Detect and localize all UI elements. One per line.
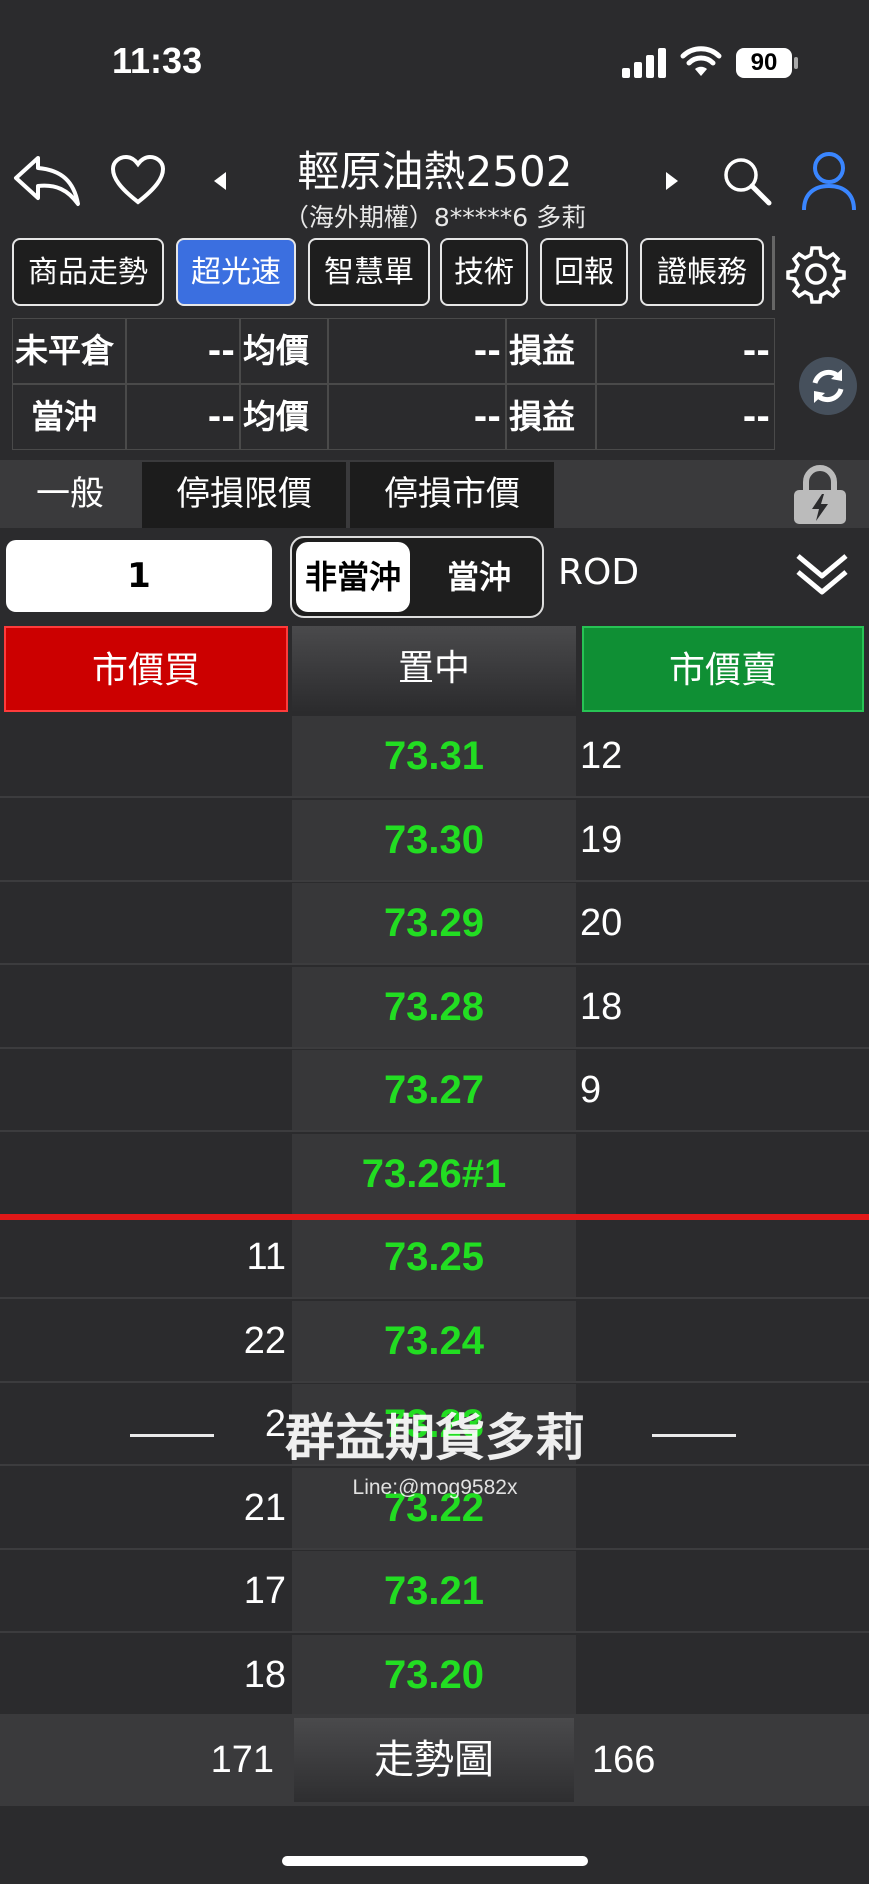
prev-product-icon[interactable] [212,170,228,192]
ladder-buy-cell[interactable] [0,1050,288,1130]
tab-account[interactable]: 證帳務 [640,238,764,306]
ladder-price-cell: 73.30 [292,799,576,880]
ladder-sell-cell[interactable]: 12 [580,716,869,796]
open-avg-value: -- [328,318,506,384]
ladder-row: 73.26#1 [0,1133,869,1216]
ladder-sell-cell[interactable] [580,1468,869,1548]
refresh-icon[interactable] [798,356,858,416]
ladder-price-cell: 73.26#1 [292,1133,576,1214]
last-price-line [0,1214,869,1220]
ladder-price-cell: 73.31 [292,716,576,796]
ladder-price-cell: 73.25 [292,1217,576,1297]
ladder-row: 22 73.24 [0,1300,869,1383]
open-position-label: 未平倉 [12,318,126,384]
tabs-divider [772,236,775,310]
ladder-sell-cell[interactable] [580,1217,869,1297]
ladder-buy-cell[interactable] [0,883,288,963]
tab-technical[interactable]: 技術 [440,238,528,306]
tab-smart-order[interactable]: 智慧單 [308,238,430,306]
ladder-sell-cell[interactable]: 18 [580,967,869,1047]
sell-total: 166 [592,1739,656,1781]
tab-super-speed[interactable]: 超光速 [176,238,296,306]
watermark-name: 群益期貨多莉 [285,1409,585,1467]
order-type-stop-limit[interactable]: 停損限價 [142,462,346,528]
order-type-stop-market[interactable]: 停損市價 [350,462,554,528]
tab-report[interactable]: 回報 [540,238,628,306]
open-pnl-value: -- [596,318,775,384]
open-position-qty: -- [126,318,240,384]
ladder-price-cell: 73.29 [292,883,576,963]
user-icon[interactable] [800,150,858,212]
open-avg-label: 均價 [240,318,328,384]
ladder-sell-cell[interactable] [580,1134,869,1214]
tab-product-trend[interactable]: 商品走勢 [12,238,164,306]
ladder-row: 73.31 12 [0,716,869,798]
home-indicator [282,1856,588,1866]
ladder-row: 73.27 9 [0,1050,869,1132]
ladder-price-cell: 73.24 [292,1300,576,1381]
ladder-sell-cell[interactable]: 9 [580,1050,869,1130]
lock-icon[interactable] [790,464,850,526]
watermark-line-id: Line:@mog9582x [352,1476,518,1499]
battery-indicator: 90 [736,48,792,78]
ladder-row: 73.28 18 [0,966,869,1049]
daytrade-label: 當沖 [12,384,126,450]
ladder-buy-cell[interactable] [0,967,288,1047]
back-icon[interactable] [12,152,82,208]
market-buy-button[interactable]: 市價買 [4,626,288,712]
next-product-icon[interactable] [664,170,680,192]
center-button[interactable]: 置中 [292,626,576,712]
buy-total: 171 [210,1739,274,1781]
ladder-row: 73.30 19 [0,799,869,882]
ladder-price-cell: 73.21 [292,1551,576,1631]
time-in-force-label[interactable]: ROD [558,552,639,593]
product-title: 輕原油熱2502 [297,147,573,196]
gear-icon[interactable] [786,244,846,304]
open-pnl-label: 損益 [506,318,596,384]
ladder-sell-cell[interactable] [580,1301,869,1381]
market-sell-button[interactable]: 市價賣 [582,626,864,712]
battery-tip [794,57,798,69]
ladder-sell-cell[interactable]: 19 [580,800,869,880]
ladder-row: 18 73.20 [0,1634,869,1717]
ladder-row: 11 73.25 [0,1217,869,1299]
ladder-price-cell: 73.27 [292,1050,576,1130]
ladder-price-cell: 73.28 [292,966,576,1047]
daytrade-pnl-value: -- [596,384,775,450]
ladder-buy-cell[interactable]: 21 [0,1468,288,1548]
ladder-buy-cell[interactable] [0,716,288,796]
account-subtitle: （海外期權）8*****6 多莉 [283,203,587,232]
search-icon[interactable] [722,156,774,208]
daytrade-avg-label: 均價 [240,384,328,450]
ladder-row: 17 73.21 [0,1551,869,1633]
favorite-heart-icon[interactable] [110,154,166,206]
ladder-row: 73.29 20 [0,883,869,965]
daytrade-pnl-label: 損益 [506,384,596,450]
ladder-sell-cell[interactable] [580,1635,869,1715]
ladder-buy-cell[interactable]: 22 [0,1301,288,1381]
ladder-price-cell: 73.20 [292,1634,576,1715]
double-chevron-down-icon[interactable] [794,550,850,600]
non-daytrade-option[interactable]: 非當沖 [296,542,410,612]
daytrade-option[interactable]: 當沖 [420,542,538,612]
wifi-icon [680,46,722,82]
ladder-buy-cell[interactable]: 17 [0,1551,288,1631]
ladder-buy-cell[interactable]: 18 [0,1635,288,1715]
signal-icon [622,48,668,82]
ladder-buy-cell[interactable]: 11 [0,1217,288,1297]
ladder-buy-cell[interactable] [0,800,288,880]
quantity-input[interactable]: 1 [6,540,272,612]
chart-button[interactable]: 走勢圖 [294,1718,574,1802]
position-table: 未平倉 -- 均價 -- 損益 -- 當沖 -- 均價 -- 損益 -- [12,318,775,454]
daytrade-qty: -- [126,384,240,450]
ladder-sell-cell[interactable]: 20 [580,883,869,963]
order-type-normal[interactable]: 一般 [0,462,140,528]
ladder-buy-cell[interactable] [0,1134,288,1214]
status-time: 11:33 [112,40,203,81]
ladder-sell-cell[interactable] [580,1551,869,1631]
daytrade-avg-value: -- [328,384,506,450]
